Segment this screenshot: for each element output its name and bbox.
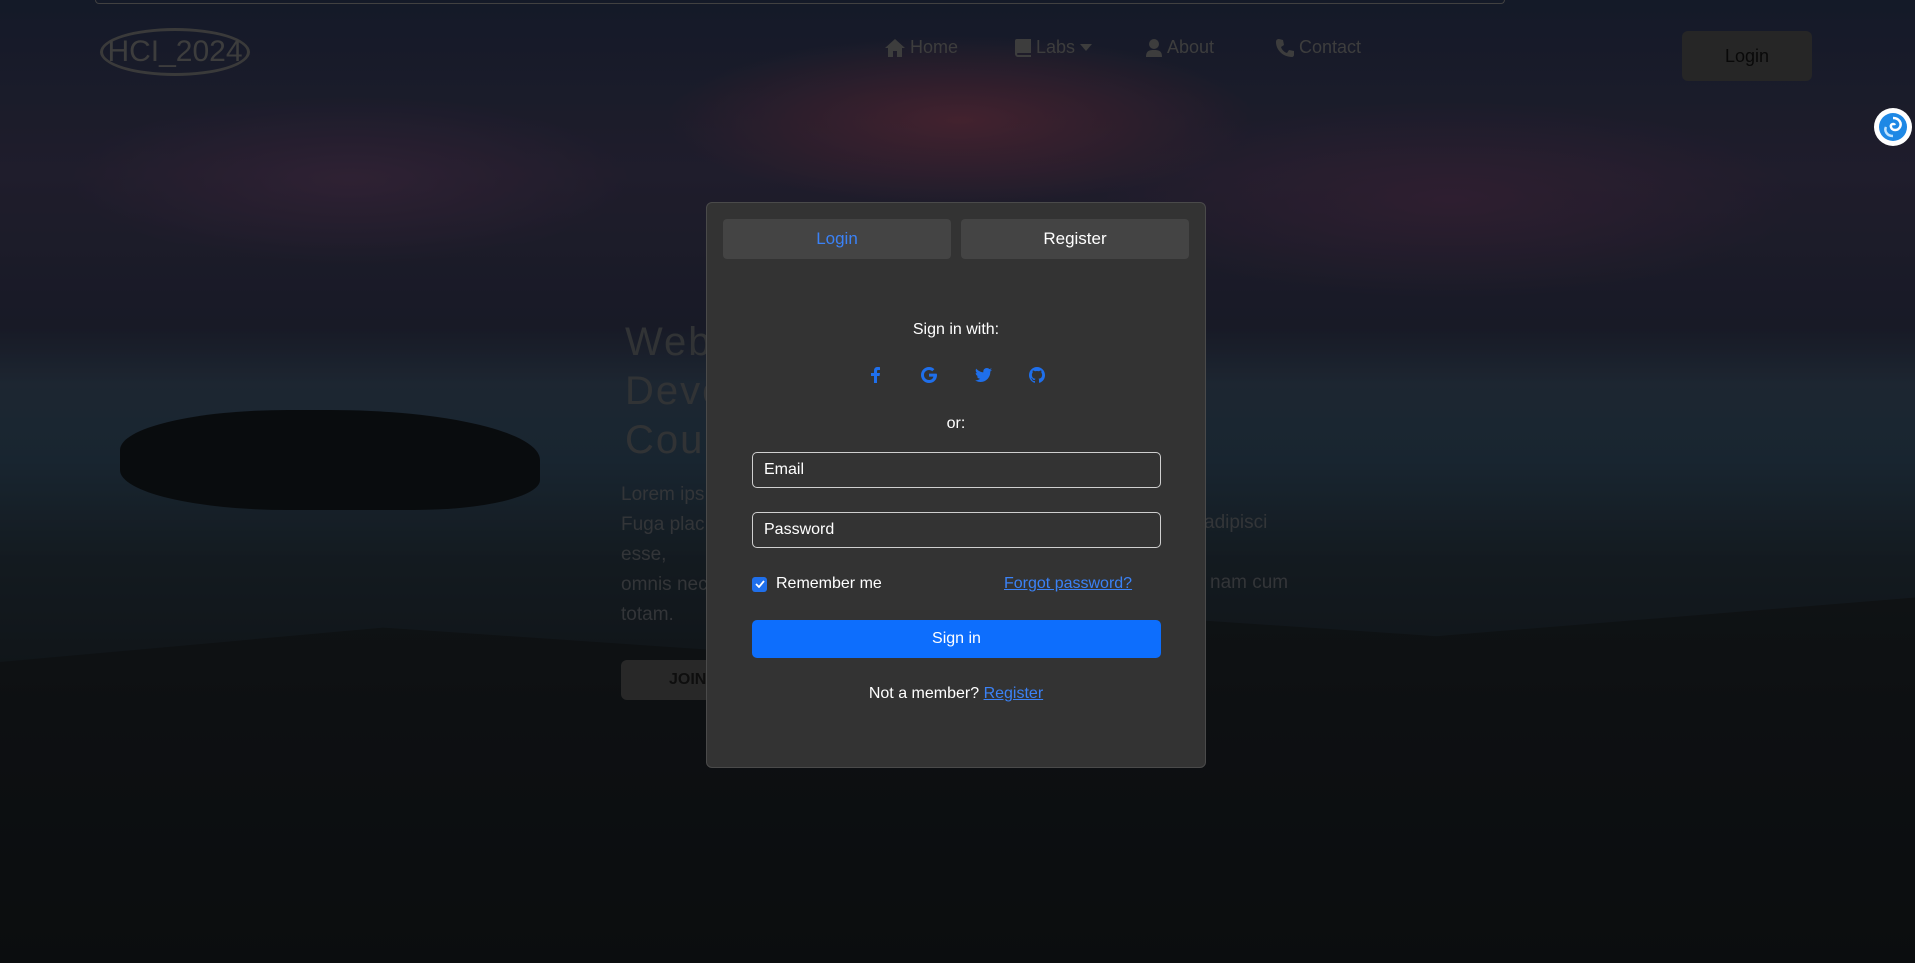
not-member-text: Not a member? Register	[868, 685, 1044, 702]
remember-me-label[interactable]: Remember me	[776, 575, 882, 593]
register-link[interactable]: Register	[984, 685, 1044, 702]
facebook-login-button[interactable]	[865, 365, 885, 385]
remember-me-checkbox[interactable]	[752, 576, 767, 592]
sign-in-with-label: Sign in with:	[912, 321, 1000, 338]
twitter-icon	[974, 368, 992, 382]
login-modal: Login Register Sign in with: or: Remembe…	[706, 202, 1206, 768]
google-icon	[921, 367, 937, 383]
remember-me: Remember me	[752, 575, 882, 593]
google-login-button[interactable]	[919, 365, 939, 385]
check-icon	[754, 580, 765, 588]
email-field[interactable]	[752, 452, 1161, 488]
forgot-password-link[interactable]: Forgot password?	[1004, 575, 1132, 593]
password-field[interactable]	[752, 512, 1161, 548]
github-icon	[1029, 367, 1045, 383]
swirl-icon	[1879, 113, 1907, 141]
tab-register[interactable]: Register	[961, 219, 1189, 259]
tab-login[interactable]: Login	[723, 219, 951, 259]
social-login-buttons	[707, 365, 1205, 385]
browser-extension-icon[interactable]	[1874, 108, 1912, 146]
facebook-icon	[870, 367, 880, 383]
or-divider-label: or:	[946, 415, 966, 432]
github-login-button[interactable]	[1027, 365, 1047, 385]
twitter-login-button[interactable]	[973, 365, 993, 385]
sign-in-button[interactable]: Sign in	[752, 620, 1161, 658]
